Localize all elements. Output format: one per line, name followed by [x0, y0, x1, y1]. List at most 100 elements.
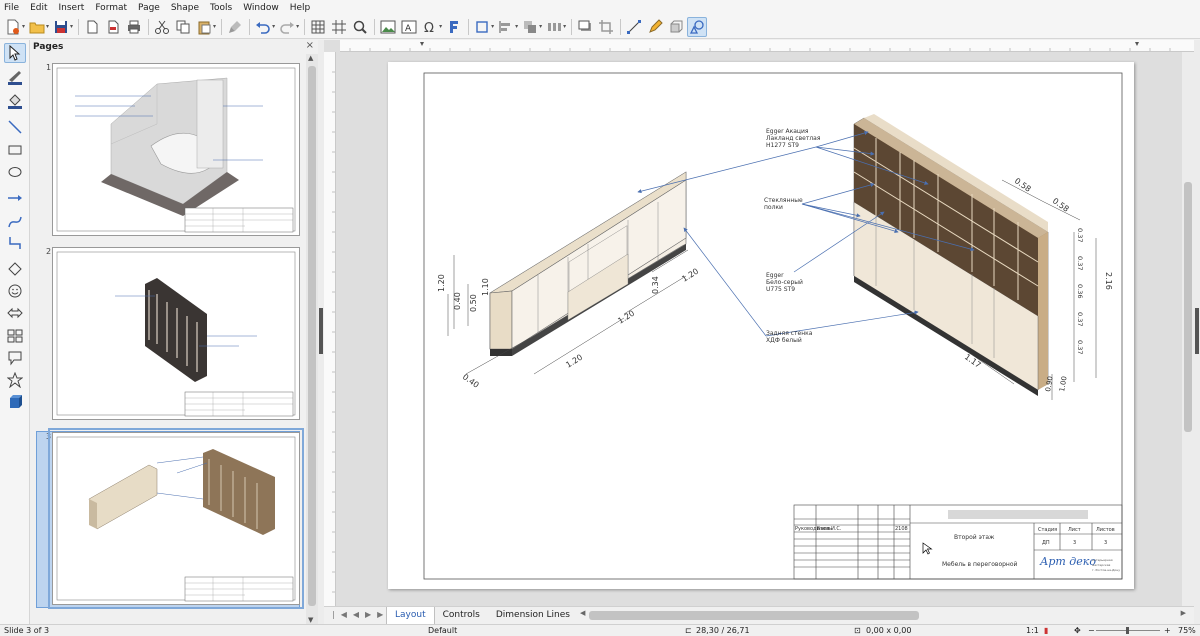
- slide-thumbnail-2[interactable]: [52, 247, 300, 420]
- rectangle-icon: [8, 145, 22, 155]
- splitter-grip[interactable]: [1195, 308, 1199, 354]
- copy-button[interactable]: [173, 17, 193, 37]
- shadow-button[interactable]: [575, 17, 595, 37]
- menu-insert[interactable]: Insert: [59, 3, 85, 13]
- vertical-scrollbar[interactable]: [1182, 52, 1194, 606]
- special-character-button[interactable]: Ω: [420, 17, 440, 37]
- export-pdf-button[interactable]: [103, 17, 123, 37]
- pages-scroll-thumb[interactable]: [308, 66, 316, 606]
- dim-left-width-1: 1.20: [564, 353, 584, 370]
- scroll-right-icon[interactable]: ▶: [1181, 609, 1186, 617]
- stars-tool[interactable]: [4, 370, 26, 390]
- export-button[interactable]: [82, 17, 102, 37]
- clone-formatting-button[interactable]: [225, 17, 245, 37]
- line-color-tool[interactable]: [4, 67, 26, 87]
- tab-controls[interactable]: Controls: [435, 607, 488, 625]
- arrange-button[interactable]: [520, 17, 540, 37]
- vertical-ruler[interactable]: [324, 52, 336, 606]
- slide-thumbnail-1[interactable]: [52, 63, 300, 236]
- status-size: 0,00 x 0,00: [866, 626, 912, 635]
- menu-window[interactable]: Window: [243, 3, 279, 13]
- align-button[interactable]: [496, 17, 516, 37]
- splitter-grip[interactable]: [319, 308, 323, 354]
- menu-bar: File Edit Insert Format Page Shape Tools…: [0, 0, 1200, 15]
- title-stage-value: ДП: [1042, 540, 1050, 546]
- menu-edit[interactable]: Edit: [30, 3, 47, 13]
- rectangle-tool[interactable]: [4, 140, 26, 160]
- close-panel-icon[interactable]: ×: [306, 40, 314, 51]
- curves-tool[interactable]: [4, 212, 26, 232]
- flowchart-tool[interactable]: [4, 326, 26, 346]
- label-shelves-2: полки: [764, 204, 783, 211]
- cut-button[interactable]: [152, 17, 172, 37]
- select-tool[interactable]: [4, 43, 26, 63]
- open-button[interactable]: [27, 17, 47, 37]
- zoom-slider-knob[interactable]: [1126, 627, 1129, 634]
- label-egger-acacia-3: H1277 ST9: [766, 142, 799, 149]
- menu-page[interactable]: Page: [138, 3, 160, 13]
- new-button[interactable]: [3, 17, 23, 37]
- dim-left-height: 1.20: [437, 274, 446, 292]
- fill-color-tool[interactable]: [4, 91, 26, 111]
- svg-text:A: A: [405, 24, 412, 34]
- tab-dimension-lines[interactable]: Dimension Lines: [488, 607, 578, 625]
- menu-format[interactable]: Format: [95, 3, 127, 13]
- menu-tools[interactable]: Tools: [210, 3, 232, 13]
- transformations-button[interactable]: [472, 17, 492, 37]
- redo-button[interactable]: [277, 17, 297, 37]
- undo-button[interactable]: [253, 17, 273, 37]
- lines-arrows-tool[interactable]: [4, 188, 26, 208]
- insert-textbox-button[interactable]: A: [399, 17, 419, 37]
- fontwork-button[interactable]: [444, 17, 464, 37]
- connectors-tool[interactable]: [4, 233, 26, 253]
- block-arrows-tool[interactable]: [4, 303, 26, 323]
- horizontal-ruler[interactable]: [340, 40, 1194, 52]
- menu-file[interactable]: File: [4, 3, 19, 13]
- menu-help[interactable]: Help: [290, 3, 311, 13]
- basic-shapes-tool[interactable]: [4, 259, 26, 279]
- status-zoom[interactable]: 75%: [1178, 626, 1196, 635]
- toolbar-separator: [571, 18, 573, 35]
- vertical-scroll-thumb[interactable]: [1184, 182, 1192, 432]
- slide-thumbnail-3[interactable]: [48, 428, 304, 609]
- slide-page[interactable]: Egger Акация Лакланд светлая H1277 ST9 С…: [388, 62, 1134, 589]
- menu-shape[interactable]: Shape: [171, 3, 199, 13]
- fit-page-icon[interactable]: ✥: [1074, 626, 1081, 635]
- callouts-tool[interactable]: [4, 348, 26, 368]
- drawing-workspace[interactable]: Egger Акация Лакланд светлая H1277 ST9 С…: [324, 40, 1194, 606]
- title-sheets-value: 3: [1104, 540, 1107, 546]
- crop-button[interactable]: [596, 17, 616, 37]
- glue-points-button[interactable]: [645, 17, 665, 37]
- 3d-objects-tool[interactable]: [4, 392, 26, 412]
- label-egger-grey-1: Egger: [766, 272, 784, 279]
- show-draw-functions-button[interactable]: [687, 16, 708, 37]
- pages-scrollbar[interactable]: ▲ ▼: [306, 54, 318, 624]
- label-egger-grey-3: U775 ST9: [766, 286, 795, 293]
- distribute-button[interactable]: [544, 17, 564, 37]
- toolbar-separator: [221, 18, 223, 35]
- paste-button[interactable]: [194, 17, 214, 37]
- helplines-button[interactable]: [329, 17, 349, 37]
- save-button[interactable]: [51, 17, 71, 37]
- size-icon: ⊡: [854, 626, 861, 635]
- scroll-down-icon[interactable]: ▼: [308, 616, 313, 624]
- tab-layout[interactable]: Layout: [386, 607, 435, 625]
- print-button[interactable]: [124, 17, 144, 37]
- insert-image-button[interactable]: [378, 17, 398, 37]
- toggle-extrusion-button[interactable]: [666, 17, 686, 37]
- grid-button[interactable]: [308, 17, 328, 37]
- sidebar-splitter[interactable]: [1194, 40, 1200, 624]
- ellipse-tool[interactable]: [4, 162, 26, 182]
- title-row-date: 2108: [895, 526, 908, 532]
- layer-tabs-bar: |◀◀▶▶| Layout Controls Dimension Lines ◀…: [324, 606, 1194, 625]
- dim-left-width-2: 1.20: [616, 309, 636, 326]
- points-button[interactable]: [624, 17, 644, 37]
- horizontal-scroll-thumb[interactable]: [589, 611, 919, 620]
- scroll-up-icon[interactable]: ▲: [308, 54, 313, 62]
- scroll-left-icon[interactable]: ◀: [580, 609, 585, 617]
- symbol-shapes-tool[interactable]: [4, 281, 26, 301]
- zoom-in-icon[interactable]: +: [1164, 626, 1171, 635]
- zoom-out-icon[interactable]: −: [1088, 626, 1095, 635]
- line-tool[interactable]: [4, 117, 26, 137]
- zoom-button[interactable]: [350, 17, 370, 37]
